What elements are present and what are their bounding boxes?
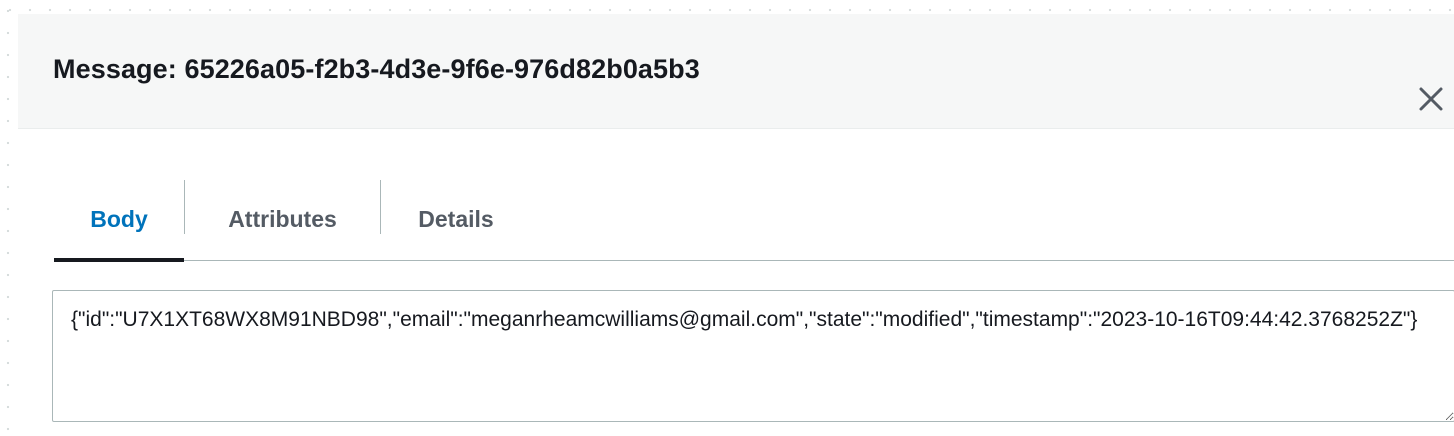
tab-details[interactable]: Details (381, 178, 531, 260)
background-dots (6, 0, 10, 436)
tab-attributes[interactable]: Attributes (185, 178, 380, 260)
tab-list: Body Attributes Details (54, 178, 1454, 262)
tab-body[interactable]: Body (54, 178, 184, 262)
tab-label: Body (90, 205, 148, 232)
background-dots (0, 8, 1454, 12)
tab-label: Details (418, 205, 494, 232)
active-tab-indicator (54, 258, 184, 262)
modal-title: Message: 65226a05-f2b3-4d3e-9f6e-976d82b… (53, 54, 700, 84)
modal-header: Message: 65226a05-f2b3-4d3e-9f6e-976d82b… (18, 14, 1454, 129)
close-icon (1416, 84, 1446, 114)
page: Message: 65226a05-f2b3-4d3e-9f6e-976d82b… (0, 0, 1454, 436)
message-modal: Message: 65226a05-f2b3-4d3e-9f6e-976d82b… (18, 14, 1454, 436)
tab-label: Attributes (228, 205, 337, 232)
close-button[interactable] (1416, 84, 1446, 114)
message-body-textarea[interactable]: {"id":"U7X1XT68WX8M91NBD98","email":"meg… (52, 290, 1454, 422)
